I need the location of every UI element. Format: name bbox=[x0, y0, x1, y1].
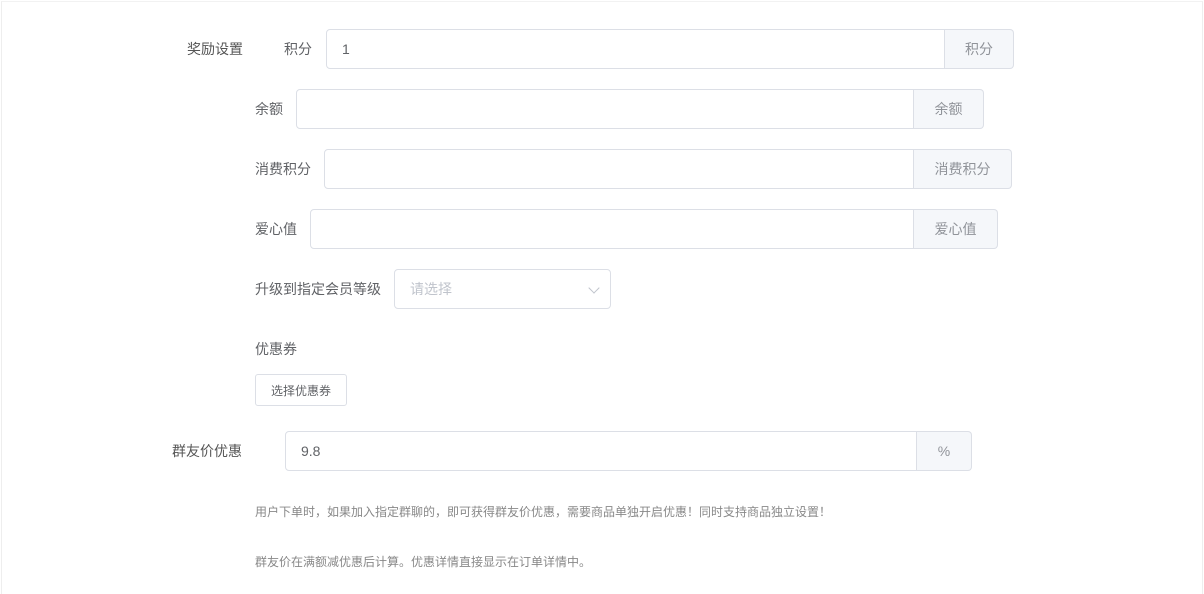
group-price-input[interactable] bbox=[285, 431, 917, 471]
upgrade-level-placeholder: 请选择 bbox=[410, 281, 452, 297]
chevron-down-icon bbox=[588, 282, 600, 294]
upgrade-level-select[interactable]: 请选择 bbox=[394, 269, 611, 309]
group-price-help-2: 群友价在满额减优惠后计算。优惠详情直接显示在订单详情中。 bbox=[255, 555, 592, 569]
balance-input[interactable] bbox=[296, 89, 914, 129]
points-label: 积分 bbox=[284, 41, 312, 57]
points-append: 积分 bbox=[945, 29, 1014, 69]
consume-points-input[interactable] bbox=[324, 149, 914, 189]
balance-label: 余额 bbox=[255, 101, 283, 117]
consume-points-label: 消费积分 bbox=[255, 161, 311, 177]
reward-settings-label: 奖励设置 bbox=[187, 41, 243, 57]
balance-input-group: 余额 bbox=[296, 89, 984, 129]
love-value-input-group: 爱心值 bbox=[310, 209, 998, 249]
group-price-append: % bbox=[917, 431, 972, 471]
points-input-group: 积分 bbox=[326, 29, 1014, 69]
love-value-append: 爱心值 bbox=[914, 209, 998, 249]
select-coupon-button[interactable]: 选择优惠券 bbox=[255, 374, 347, 406]
points-input[interactable] bbox=[326, 29, 945, 69]
love-value-label: 爱心值 bbox=[255, 221, 297, 237]
balance-append: 余额 bbox=[914, 89, 984, 129]
consume-points-input-group: 消费积分 bbox=[324, 149, 1012, 189]
love-value-input[interactable] bbox=[310, 209, 914, 249]
group-price-input-group: % bbox=[285, 431, 972, 471]
upgrade-level-label: 升级到指定会员等级 bbox=[255, 281, 381, 297]
group-price-help-1: 用户下单时，如果加入指定群聊的，即可获得群友价优惠，需要商品单独开启优惠！同时支… bbox=[255, 505, 832, 519]
group-price-label: 群友价优惠 bbox=[172, 443, 242, 459]
coupon-label: 优惠券 bbox=[255, 341, 297, 357]
consume-points-append: 消费积分 bbox=[914, 149, 1012, 189]
